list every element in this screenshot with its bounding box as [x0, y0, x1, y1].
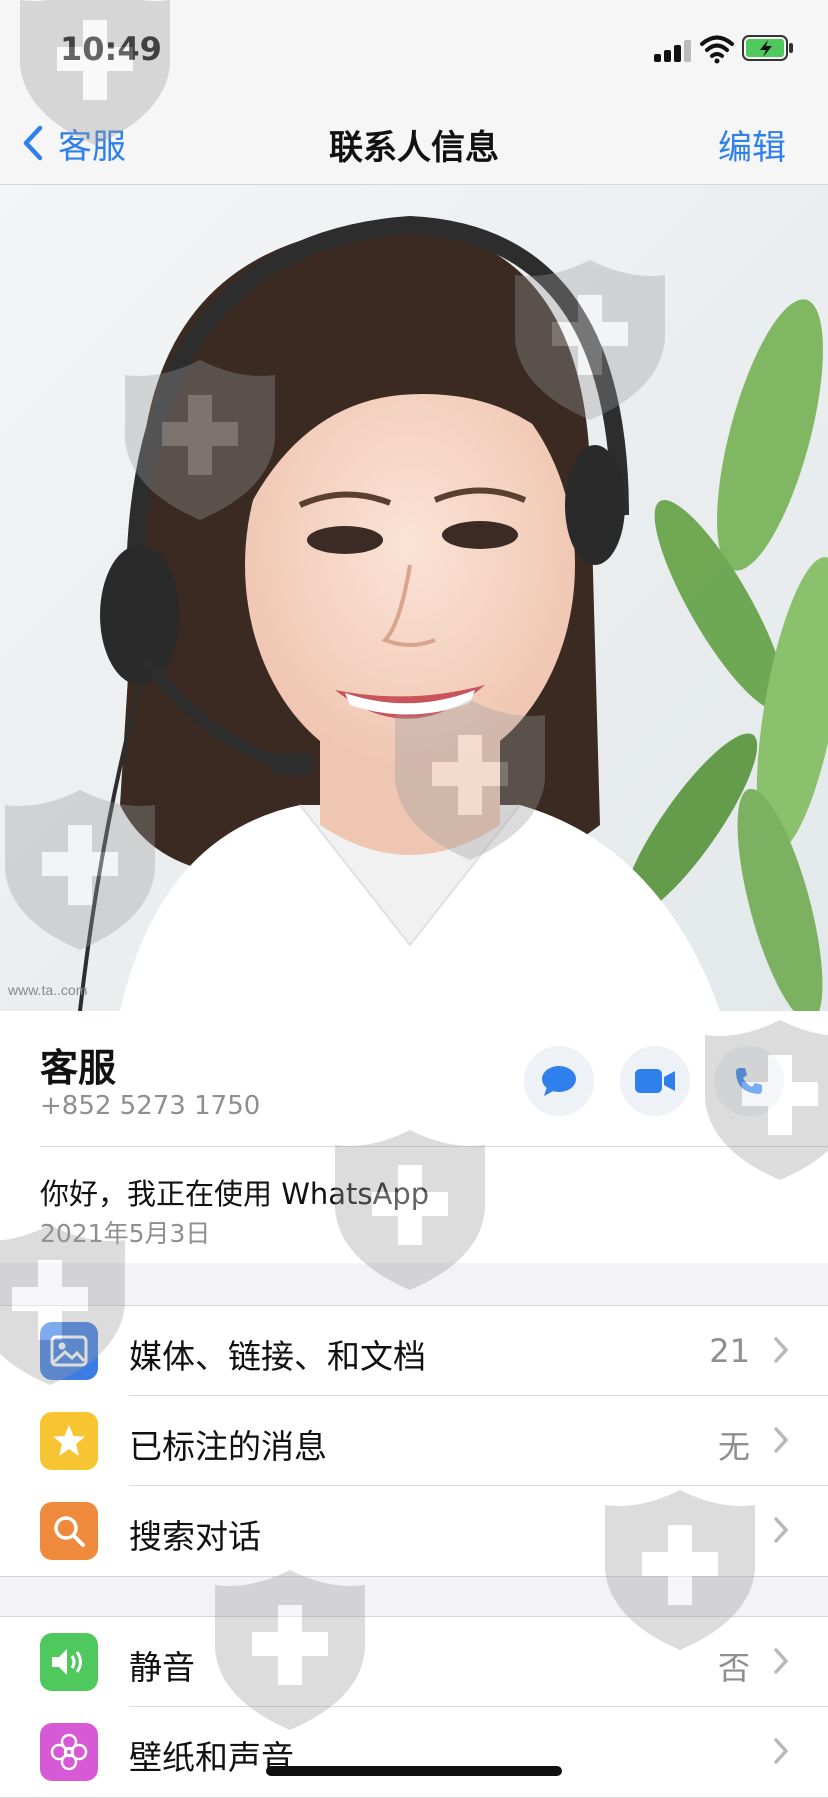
edit-button[interactable]: 编辑	[718, 120, 786, 169]
contact-phone[interactable]: +852 5273 1750	[40, 1091, 260, 1121]
row-value: 21	[709, 1332, 750, 1370]
chevron-right-icon	[774, 1517, 788, 1543]
chevron-right-icon	[774, 1738, 788, 1764]
row-value: 无	[717, 1428, 750, 1466]
contact-card: 客服 +852 5273 1750 你好，我正在使用 WhatsApp 2021…	[0, 1011, 828, 1263]
profile-photo[interactable]: www.ta..com	[0, 185, 828, 1011]
row-label: 已标注的消息	[129, 1427, 327, 1466]
status-time: 10:49	[60, 30, 162, 68]
photo-icon	[40, 1322, 98, 1380]
chevron-right-icon	[774, 1337, 788, 1363]
navigation-bar: 客服 联系人信息 编辑	[0, 100, 828, 185]
row-search-chat[interactable]: 搜索对话	[0, 1486, 828, 1576]
row-wallpaper-sound[interactable]: 壁纸和声音	[0, 1707, 828, 1797]
speaker-icon	[40, 1633, 98, 1691]
row-starred-messages[interactable]: 已标注的消息 无	[0, 1396, 828, 1486]
contact-info-screen: 10:49 客服 联系人信息 编辑 www.ta..com 客服 +852 52…	[0, 0, 828, 1798]
voice-call-button[interactable]	[714, 1046, 784, 1116]
search-icon	[40, 1502, 98, 1560]
wifi-icon	[700, 35, 734, 64]
phone-icon	[736, 1068, 762, 1094]
row-label: 媒体、链接、和文档	[129, 1337, 426, 1376]
page-title: 联系人信息	[329, 128, 499, 168]
message-button[interactable]	[524, 1046, 594, 1116]
battery-charging-icon	[742, 35, 793, 61]
card-divider	[40, 1146, 828, 1147]
flower-icon	[40, 1723, 98, 1781]
photo-watermark-text: www.ta..com	[7, 982, 87, 998]
chat-bubble-icon	[542, 1066, 576, 1096]
profile-photo-illustration: www.ta..com	[0, 185, 828, 1011]
star-icon	[40, 1412, 98, 1470]
home-indicator[interactable]	[266, 1766, 562, 1776]
status-bar: 10:49	[0, 0, 828, 100]
row-media-links-docs[interactable]: 媒体、链接、和文档 21	[0, 1306, 828, 1396]
video-camera-icon	[635, 1069, 675, 1093]
chevron-right-icon	[774, 1648, 788, 1674]
row-label: 静音	[129, 1648, 195, 1687]
about-date: 2021年5月3日	[40, 1219, 211, 1248]
about-text: 你好，我正在使用 WhatsApp	[40, 1177, 430, 1211]
row-value: 否	[717, 1649, 750, 1687]
chevron-right-icon	[774, 1427, 788, 1453]
video-call-button[interactable]	[620, 1046, 690, 1116]
contact-name: 客服	[40, 1046, 117, 1090]
cellular-signal-icon	[654, 38, 694, 62]
row-label: 搜索对话	[129, 1517, 261, 1556]
row-mute[interactable]: 静音 否	[0, 1617, 828, 1707]
chat-options-section: 媒体、链接、和文档 21 已标注的消息 无 搜索对话	[0, 1305, 828, 1577]
